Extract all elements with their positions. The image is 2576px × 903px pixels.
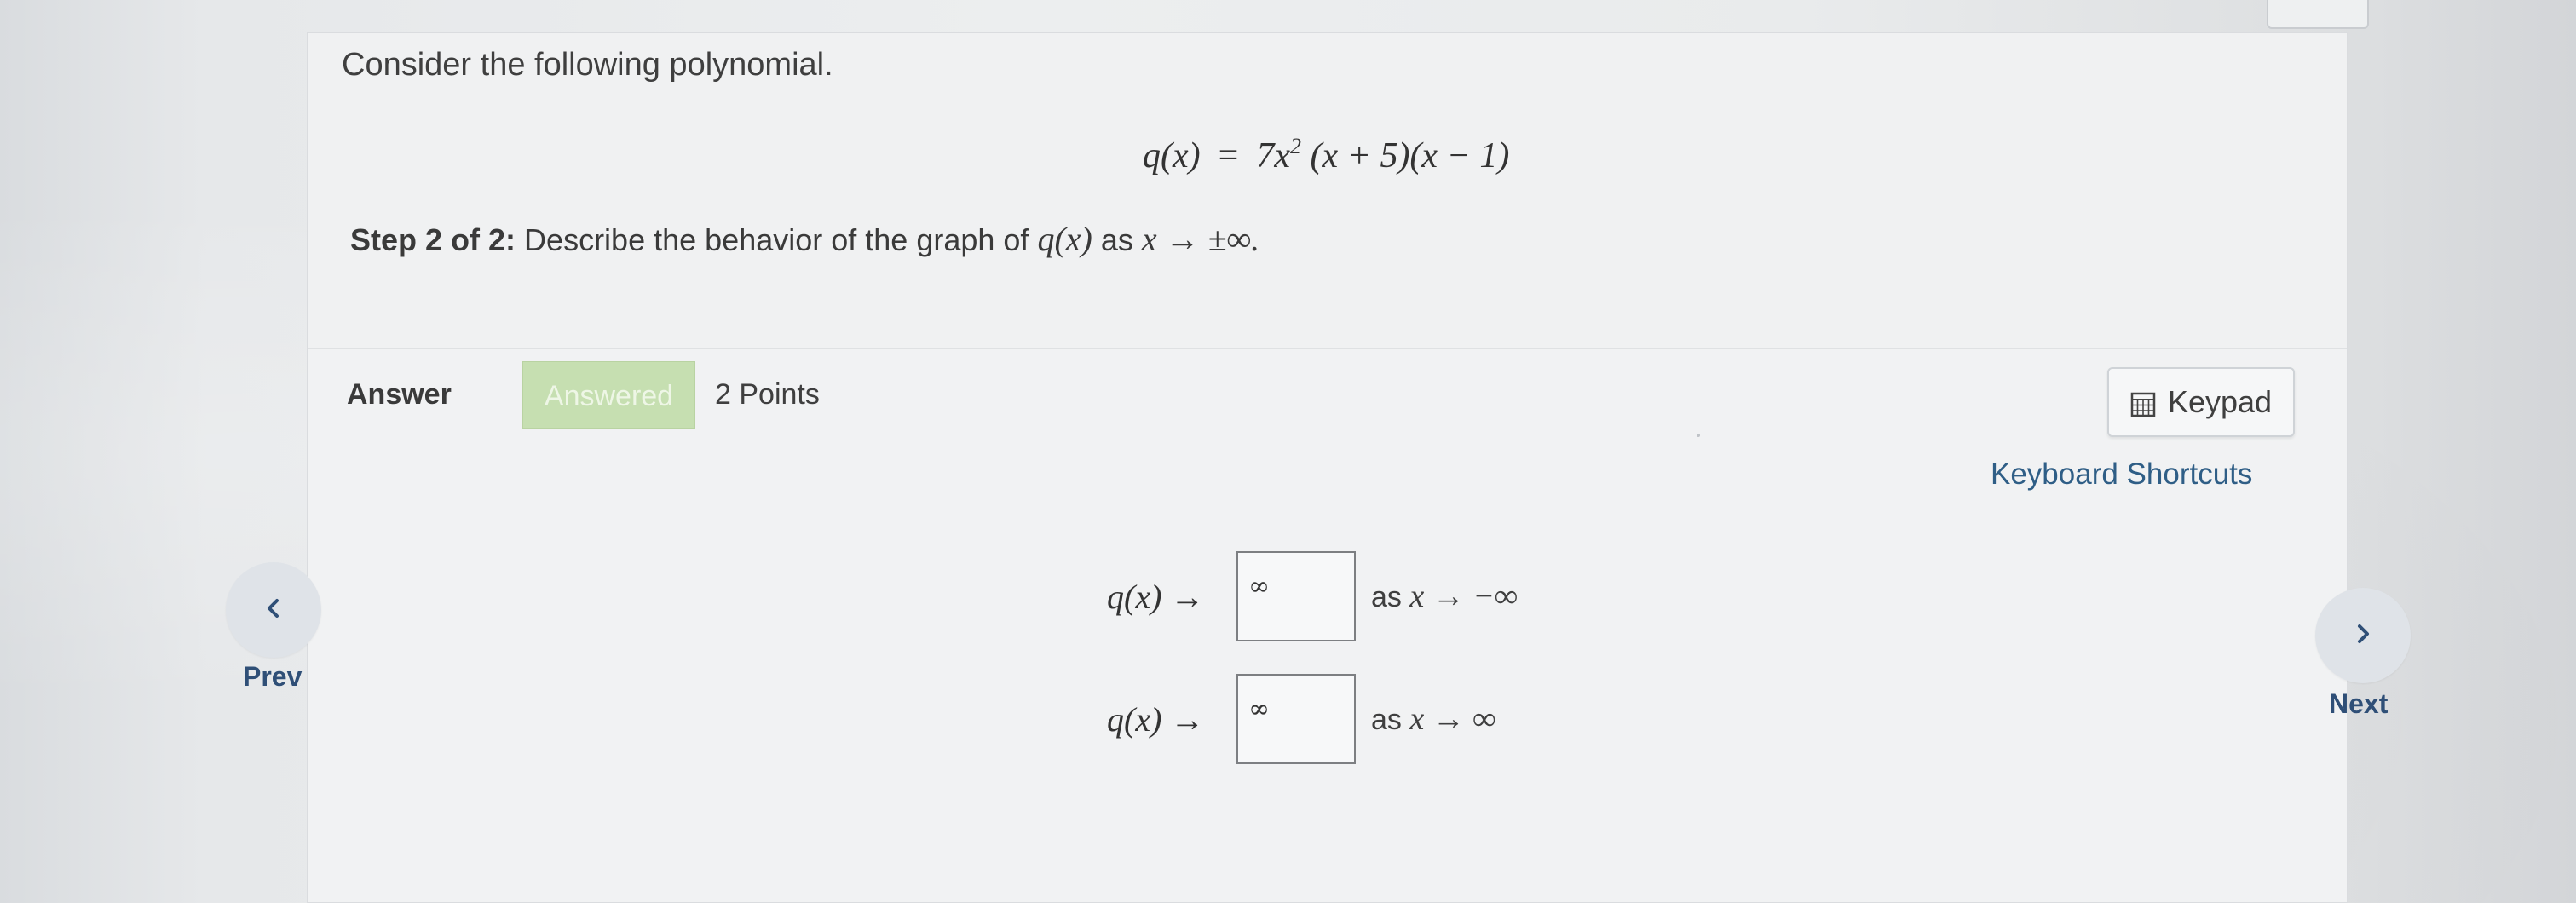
limit-row-positive-infinity: q(x) → ∞ as x → ∞ [1107,674,1495,764]
next-button[interactable] [2315,588,2411,683]
limit-lhs: q(x) → [1107,577,1205,616]
polynomial-coefficient: 7x [1256,136,1290,175]
question-intro: Consider the following polynomial. [342,47,833,83]
keypad-button[interactable]: Keypad [2107,367,2295,437]
question-header: Consider the following polynomial. q(x) … [308,33,2347,349]
decorative-dot [1697,434,1700,437]
keypad-label: Keypad [2167,384,2273,419]
calculator-keypad-icon [2130,389,2156,417]
chevron-right-icon [2351,619,2375,653]
step-function: q(x) [1037,220,1092,258]
limit-condition: as x → −∞ [1371,578,1518,614]
polynomial-equals: = [1218,136,1239,175]
answer-label: Answer [347,378,452,411]
points-label: 2 Points [715,378,820,411]
step-text: Describe the behavior of the graph of [524,222,1029,257]
step-limit: x → ±∞. [1141,220,1260,258]
limit-answer-input[interactable]: ∞ [1236,551,1356,641]
prev-label[interactable]: Prev [243,661,302,693]
polynomial-lhs: q(x) [1143,136,1201,175]
polynomial-equation: q(x) = 7x2 (x + 5)(x − 1) [1143,135,1509,176]
top-corner-tab[interactable] [2267,0,2369,29]
limit-answer-input[interactable]: ∞ [1236,674,1356,764]
keyboard-shortcuts-link[interactable]: Keyboard Shortcuts [1991,457,2252,492]
next-label[interactable]: Next [2329,688,2388,720]
limit-answer-value: ∞ [1248,572,1270,601]
answered-status-badge: Answered [522,361,695,429]
prev-button[interactable] [226,562,321,658]
chevron-left-icon [262,594,285,627]
question-card: Consider the following polynomial. q(x) … [307,32,2348,903]
step-instruction: Step 2 of 2: Describe the behavior of th… [350,219,1259,259]
limit-lhs: q(x) → [1107,699,1205,739]
limit-condition: as x → ∞ [1371,701,1496,737]
polynomial-exponent: 2 [1289,134,1301,158]
limit-answer-value: ∞ [1248,694,1270,724]
step-as: as [1100,222,1133,257]
step-label: Step 2 of 2: [350,222,516,257]
polynomial-factors: (x + 5)(x − 1) [1310,136,1510,175]
limit-row-negative-infinity: q(x) → ∞ as x → −∞ [1107,551,1518,641]
